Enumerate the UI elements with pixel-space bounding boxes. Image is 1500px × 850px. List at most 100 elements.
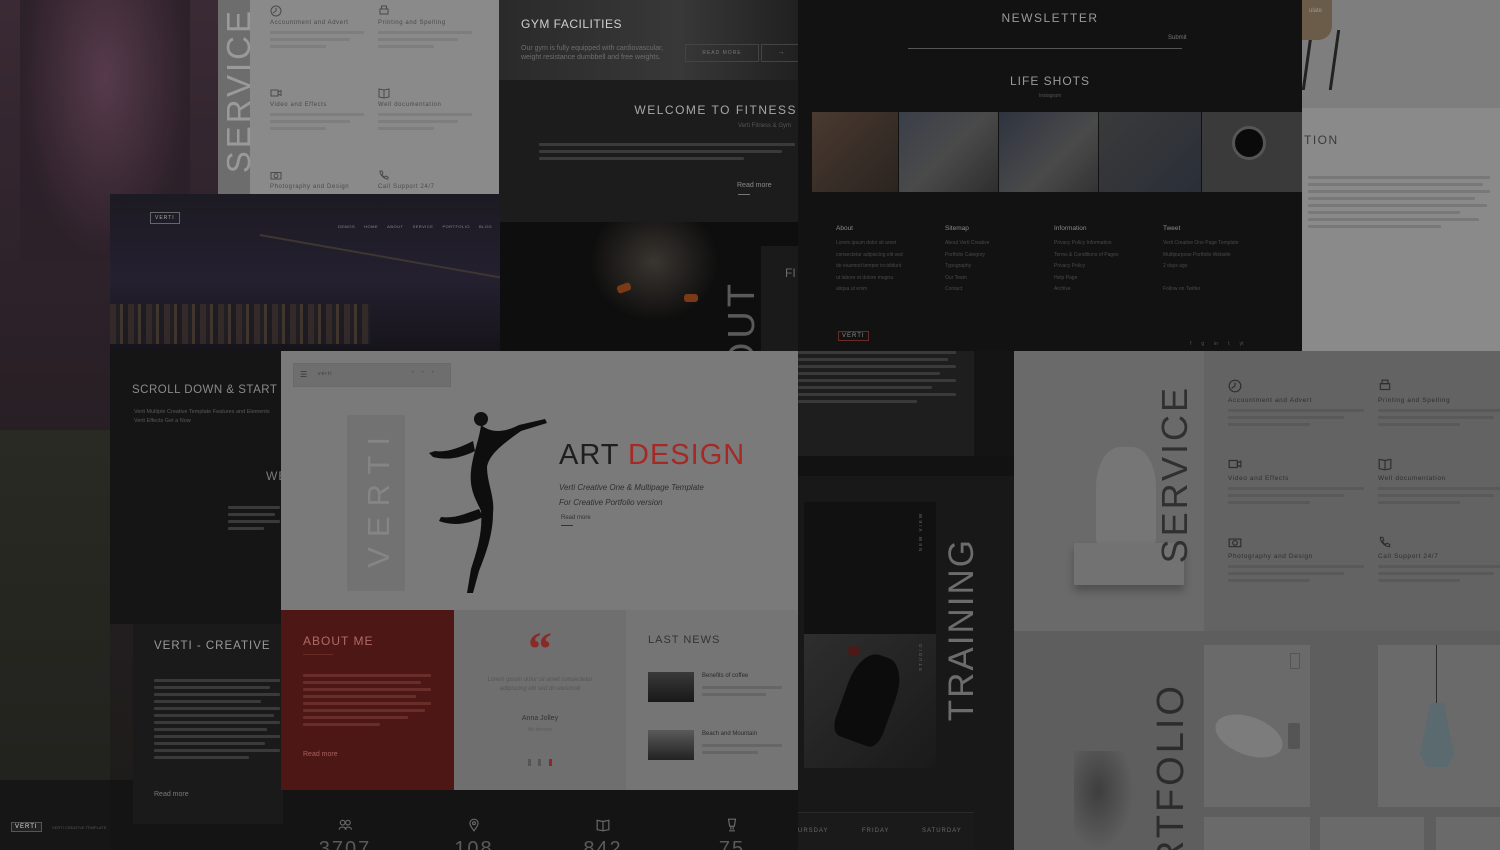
verti-creative-read-more[interactable]: Read more bbox=[154, 791, 189, 798]
footer-link[interactable]: Privacy Policy bbox=[1054, 263, 1158, 275]
art-title-b: DESIGN bbox=[628, 439, 746, 471]
social-f-icon[interactable]: f bbox=[1190, 341, 1191, 347]
phone-icon bbox=[1379, 536, 1391, 548]
art-read-more[interactable]: Read more bbox=[561, 515, 591, 521]
newsletter-email-input[interactable] bbox=[908, 32, 1182, 49]
schedule-day[interactable]: FRIDAY bbox=[862, 828, 890, 834]
footer-column: About Lorem ipsum dolor sit amet consectet… bbox=[836, 225, 940, 298]
newsletter-submit-button[interactable]: Submit bbox=[1168, 35, 1187, 41]
art-title-a: ART bbox=[559, 439, 619, 471]
training-vertical: TRAINING bbox=[942, 538, 981, 722]
service-item: Video and Effects bbox=[270, 84, 364, 134]
gym-next-button[interactable]: → bbox=[761, 44, 799, 62]
footer-link[interactable]: Help Page bbox=[1054, 275, 1158, 287]
quote-text: Lorem ipsum dolor sit amet consectetur a… bbox=[487, 677, 593, 692]
pin-icon bbox=[469, 818, 479, 832]
browser-url[interactable]: verti bbox=[318, 371, 332, 377]
scroll-subtitle: Verti Multiple Creative Template Feature… bbox=[134, 409, 270, 424]
service-item-label: Accountment and Advert bbox=[270, 20, 349, 26]
people-icon bbox=[338, 819, 352, 830]
right-top-small-label: ulate bbox=[1309, 8, 1323, 14]
footer-link[interactable]: Contact bbox=[945, 286, 1049, 298]
about-me-read-more[interactable]: Read more bbox=[303, 751, 338, 758]
nav-item[interactable]: PORTFOLIO bbox=[442, 224, 470, 229]
quote-role: Art director bbox=[527, 727, 553, 733]
welcome-read-more[interactable]: Read more bbox=[737, 182, 772, 189]
footer-column-title: About bbox=[836, 225, 853, 232]
about-me-panel: ABOUT ME Read more bbox=[281, 610, 454, 790]
art-line-2: For Creative Portfolio version bbox=[559, 498, 663, 507]
footer-link[interactable]: do eiusmod tempor incididunt bbox=[836, 263, 940, 275]
schedule-day[interactable]: SATURDAY bbox=[922, 828, 962, 834]
last-news-panel: LAST NEWS Benefits of coffee Beach and M… bbox=[626, 610, 798, 790]
portfolio-item[interactable] bbox=[1436, 817, 1500, 850]
footer-link[interactable]: 2 days ago bbox=[1163, 263, 1267, 275]
footer-link[interactable]: Portfolio Category bbox=[945, 252, 1049, 264]
verti-creative-panel: VERTI - CREATIVE Read more bbox=[133, 624, 283, 824]
footer-link[interactable]: Follow on Twitter bbox=[1163, 286, 1267, 298]
footer-link[interactable]: aliqua ut enim bbox=[836, 286, 940, 298]
service-item-label: Video and Effects bbox=[270, 102, 328, 108]
footer-column: Tweet Verti Creative One Page Template Mul… bbox=[1163, 225, 1267, 298]
newsletter-panel: NEWSLETTER Submit LIFE SHOTS Instagram A… bbox=[798, 0, 1302, 351]
counters-panel: 3707 108 842 75 bbox=[283, 790, 798, 850]
news-thumb[interactable] bbox=[648, 730, 694, 760]
social-in-icon[interactable]: in bbox=[1214, 341, 1218, 347]
footer-link[interactable] bbox=[1163, 275, 1267, 287]
about-me-title: ABOUT ME bbox=[303, 634, 374, 648]
gym-read-more-button[interactable]: READ MORE bbox=[685, 44, 759, 62]
instagram-photo[interactable] bbox=[1202, 112, 1302, 192]
service-item-label: Well documentation bbox=[1378, 475, 1446, 482]
counter-value: 842 bbox=[583, 838, 623, 850]
footer-link[interactable]: Lorem ipsum dolor sit amet bbox=[836, 240, 940, 252]
schedule-day[interactable]: URSDAY bbox=[798, 828, 829, 834]
nav-logo[interactable]: VERTI bbox=[150, 212, 180, 224]
printer-icon bbox=[1379, 379, 1391, 390]
footer-link[interactable]: consectetur adipiscing elit sed bbox=[836, 252, 940, 264]
nav-item[interactable]: DEMOS bbox=[338, 224, 355, 229]
footer-link[interactable]: Our Team bbox=[945, 275, 1049, 287]
quote-pager[interactable] bbox=[528, 753, 552, 771]
footer-link[interactable]: About Verti Creative bbox=[945, 240, 1049, 252]
footer-link[interactable]: ut labore et dolore magna bbox=[836, 275, 940, 287]
instagram-photo[interactable] bbox=[899, 112, 998, 192]
social-t-icon[interactable]: t bbox=[1228, 341, 1229, 347]
portfolio-item[interactable] bbox=[1204, 817, 1310, 850]
right-top-panel: ulate TION bbox=[1302, 0, 1500, 351]
footer-link[interactable]: Archive bbox=[1054, 286, 1158, 298]
service-item-label: Printing and Spelling bbox=[378, 20, 446, 26]
service-right-panel: SERVICE Accountment and Advert Printing a… bbox=[1014, 351, 1500, 631]
welcome-title: WELCOME TO FITNESS bbox=[634, 103, 797, 117]
menu-icon[interactable]: ☰ bbox=[300, 370, 307, 379]
instagram-photo[interactable] bbox=[812, 112, 898, 192]
news-title-1[interactable]: Benefits of coffee bbox=[702, 673, 748, 679]
instagram-photo[interactable] bbox=[999, 112, 1098, 192]
nav-item[interactable]: ABOUT bbox=[387, 224, 403, 229]
nav-item[interactable]: BLOG bbox=[479, 224, 492, 229]
social-yt-icon[interactable]: yt bbox=[1239, 341, 1243, 347]
footer-bar-logo[interactable]: VERTI bbox=[11, 822, 42, 832]
nav-item[interactable]: SERVICE bbox=[412, 224, 433, 229]
footer-link[interactable]: Privacy Policy Information bbox=[1054, 240, 1158, 252]
footer-link[interactable]: Verti Creative One Page Template bbox=[1163, 240, 1267, 252]
quote-author: Anna Jolley bbox=[521, 715, 559, 722]
quote-icon: “ bbox=[528, 623, 552, 676]
nav-item[interactable]: HOME bbox=[364, 224, 378, 229]
instagram-photo[interactable] bbox=[1099, 112, 1201, 192]
portfolio-item[interactable] bbox=[1320, 817, 1424, 850]
social-g-icon[interactable]: g bbox=[1201, 341, 1204, 347]
footer-link[interactable]: Multipurpose Portfolio Website bbox=[1163, 252, 1267, 264]
service-item-label: Printing and Spelling bbox=[1378, 397, 1451, 404]
footer-link[interactable]: Typography bbox=[945, 263, 1049, 275]
news-thumb[interactable] bbox=[648, 672, 694, 702]
gym-panel: GYM FACILITIES Our gym is fully equipped… bbox=[499, 0, 799, 222]
footer-link[interactable]: Terms & Conditions of Pages bbox=[1054, 252, 1158, 264]
scroll-title: SCROLL DOWN & START VIE bbox=[132, 384, 301, 396]
news-title-2[interactable]: Beach and Mountain bbox=[702, 731, 757, 737]
portfolio-item-mouse[interactable] bbox=[1204, 645, 1310, 807]
footer-logo[interactable]: VERTI bbox=[838, 331, 869, 341]
gym-text: Our gym is fully equipped with cardiovas… bbox=[521, 45, 664, 61]
portfolio-item-lamp[interactable] bbox=[1378, 645, 1500, 807]
service-item-label: Call Support 24/7 bbox=[378, 184, 435, 190]
phone-icon bbox=[379, 170, 389, 180]
